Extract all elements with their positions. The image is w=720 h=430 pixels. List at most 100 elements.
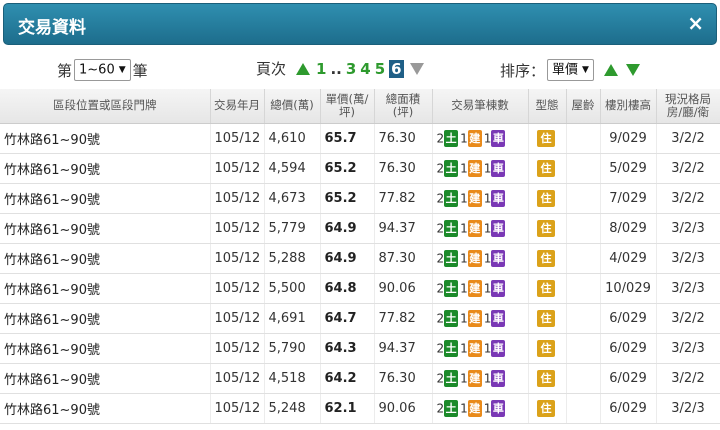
table-row[interactable]: 竹林路61~90號 105/12 4,594 65.2 76.30 2 土 1 建 1 車住 5/02… bbox=[0, 153, 720, 184]
building-count: 1 bbox=[460, 221, 468, 235]
parking-count: 1 bbox=[483, 401, 492, 415]
cell-type: 住 bbox=[528, 153, 567, 184]
land-count: 2 bbox=[436, 401, 445, 415]
cell-type: 住 bbox=[528, 363, 567, 394]
sort-label: 排序： bbox=[500, 61, 546, 80]
table-row[interactable]: 竹林路61~90號 105/12 4,610 65.7 76.30 2 土 1 建 1 車住 9/02… bbox=[0, 123, 720, 154]
cell-layout: 3/2/2 bbox=[656, 123, 720, 154]
parking-badge-icon: 車 bbox=[491, 399, 506, 417]
cell-total-price: 5,248 bbox=[264, 393, 321, 424]
parking-count: 1 bbox=[483, 221, 492, 235]
table-row[interactable]: 竹林路61~90號 105/12 4,673 65.2 77.82 2 土 1 建 1 車住 7/02… bbox=[0, 183, 720, 214]
table-header-row: 區段位置或區段門牌 交易年月 總價(萬) 單價(萬/坪) 總面積(坪) 交易筆棟… bbox=[0, 89, 720, 124]
cell-age bbox=[566, 303, 601, 334]
prev-page-icon[interactable] bbox=[296, 62, 311, 75]
table-row[interactable]: 竹林路61~90號 105/12 5,288 64.9 87.30 2 土 1 建 1 車住 4/02… bbox=[0, 243, 720, 274]
cell-area: 87.30 bbox=[374, 243, 433, 274]
cell-units: 2土1建1車 bbox=[432, 363, 529, 394]
cell-floor: 5/029 bbox=[600, 153, 657, 184]
parking-count: 1 bbox=[483, 161, 492, 175]
land-badge-icon: 土 bbox=[444, 399, 459, 417]
sort-control: 排序： 單價 ▼ bbox=[500, 59, 644, 81]
pagination: 頁次 1 .. 3 4 5 6 bbox=[256, 58, 428, 79]
cell-area: 76.30 bbox=[374, 363, 433, 394]
cell-location: 竹林路61~90號 bbox=[0, 363, 211, 394]
land-badge-icon: 土 bbox=[444, 309, 459, 327]
parking-badge-icon: 車 bbox=[491, 129, 506, 147]
building-count: 1 bbox=[460, 251, 468, 265]
close-icon[interactable]: × bbox=[687, 11, 704, 35]
record-range-select[interactable]: 1~60 ▼ bbox=[74, 59, 131, 81]
parking-badge-icon: 車 bbox=[491, 309, 506, 327]
table-row[interactable]: 竹林路61~90號 105/12 5,500 64.8 90.06 2 土 1 建 1 車住 10/0… bbox=[0, 273, 720, 304]
cell-age bbox=[566, 123, 601, 154]
table-row[interactable]: 竹林路61~90號 105/12 4,518 64.2 76.30 2 土 1 建 1 車住 6/02… bbox=[0, 363, 720, 394]
table-row[interactable]: 竹林路61~90號 105/12 5,790 64.3 94.37 2 土 1 建 1 車住 6/02… bbox=[0, 333, 720, 364]
sort-value: 單價 bbox=[552, 62, 579, 78]
page-link-first[interactable]: 1 bbox=[316, 60, 326, 78]
building-badge-icon: 建 bbox=[467, 399, 482, 417]
land-badge-icon: 土 bbox=[444, 189, 459, 207]
cell-type: 住 bbox=[528, 273, 567, 304]
parking-badge-icon: 車 bbox=[491, 339, 506, 357]
land-badge-icon: 土 bbox=[444, 369, 459, 387]
page-link[interactable]: 4 bbox=[360, 60, 370, 78]
land-count: 2 bbox=[436, 371, 445, 385]
building-count: 1 bbox=[460, 281, 468, 295]
land-count: 2 bbox=[436, 251, 445, 265]
header-location: 區段位置或區段門牌 bbox=[0, 89, 211, 124]
table-row[interactable]: 竹林路61~90號 105/12 4,691 64.7 77.82 2 土 1 建 1 車住 6/02… bbox=[0, 303, 720, 334]
land-count: 2 bbox=[436, 131, 445, 145]
cell-age bbox=[566, 273, 601, 304]
cell-floor: 6/029 bbox=[600, 333, 657, 364]
cell-layout: 3/2/2 bbox=[656, 183, 720, 214]
cell-location: 竹林路61~90號 bbox=[0, 183, 211, 214]
parking-count: 1 bbox=[483, 341, 492, 355]
parking-count: 1 bbox=[483, 371, 492, 385]
cell-year-month: 105/12 bbox=[210, 363, 265, 394]
cell-units: 2土1建1車 bbox=[432, 303, 529, 334]
residential-badge-icon: 住 bbox=[537, 189, 555, 207]
cell-total-price: 4,673 bbox=[264, 183, 321, 214]
chevron-down-icon: ▼ bbox=[118, 65, 126, 75]
building-count: 1 bbox=[460, 371, 468, 385]
cell-unit-price: 64.3 bbox=[320, 333, 375, 364]
building-badge-icon: 建 bbox=[467, 309, 482, 327]
cell-layout: 3/2/2 bbox=[656, 363, 720, 394]
cell-unit-price: 64.9 bbox=[320, 243, 375, 274]
cell-year-month: 105/12 bbox=[210, 333, 265, 364]
parking-badge-icon: 車 bbox=[491, 159, 506, 177]
cell-total-price: 4,610 bbox=[264, 123, 321, 154]
table-row[interactable]: 竹林路61~90號 105/12 5,248 62.1 90.06 2 土 1 建 1 車住 6/02… bbox=[0, 393, 720, 424]
sort-select[interactable]: 單價 ▼ bbox=[547, 59, 594, 81]
cell-total-price: 4,594 bbox=[264, 153, 321, 184]
cell-area: 76.30 bbox=[374, 123, 433, 154]
cell-total-price: 5,779 bbox=[264, 213, 321, 244]
parking-count: 1 bbox=[483, 311, 492, 325]
land-count: 2 bbox=[436, 221, 445, 235]
land-badge-icon: 土 bbox=[444, 339, 459, 357]
cell-units: 2土1建1車 bbox=[432, 243, 529, 274]
cell-type: 住 bbox=[528, 333, 567, 364]
cell-unit-price: 64.7 bbox=[320, 303, 375, 334]
cell-location: 竹林路61~90號 bbox=[0, 273, 211, 304]
parking-count: 1 bbox=[483, 251, 492, 265]
parking-badge-icon: 車 bbox=[491, 189, 506, 207]
page-link[interactable]: 3 bbox=[346, 60, 356, 78]
cell-unit-price: 64.8 bbox=[320, 273, 375, 304]
parking-badge-icon: 車 bbox=[491, 369, 506, 387]
page-link[interactable]: 5 bbox=[375, 60, 385, 78]
table-row[interactable]: 竹林路61~90號 105/12 5,779 64.9 94.37 2 土 1 建 1 車住 8/02… bbox=[0, 213, 720, 244]
sort-ascending-icon[interactable] bbox=[603, 64, 618, 76]
cell-area: 94.37 bbox=[374, 333, 433, 364]
cell-total-price: 5,288 bbox=[264, 243, 321, 274]
cell-type: 住 bbox=[528, 303, 567, 334]
residential-badge-icon: 住 bbox=[537, 159, 555, 177]
building-badge-icon: 建 bbox=[467, 339, 482, 357]
cell-layout: 3/2/3 bbox=[656, 333, 720, 364]
sort-descending-icon[interactable] bbox=[625, 64, 640, 76]
cell-area: 90.06 bbox=[374, 273, 433, 304]
header-year-month: 交易年月 bbox=[210, 89, 265, 124]
building-badge-icon: 建 bbox=[467, 369, 482, 387]
cell-unit-price: 62.1 bbox=[320, 393, 375, 424]
